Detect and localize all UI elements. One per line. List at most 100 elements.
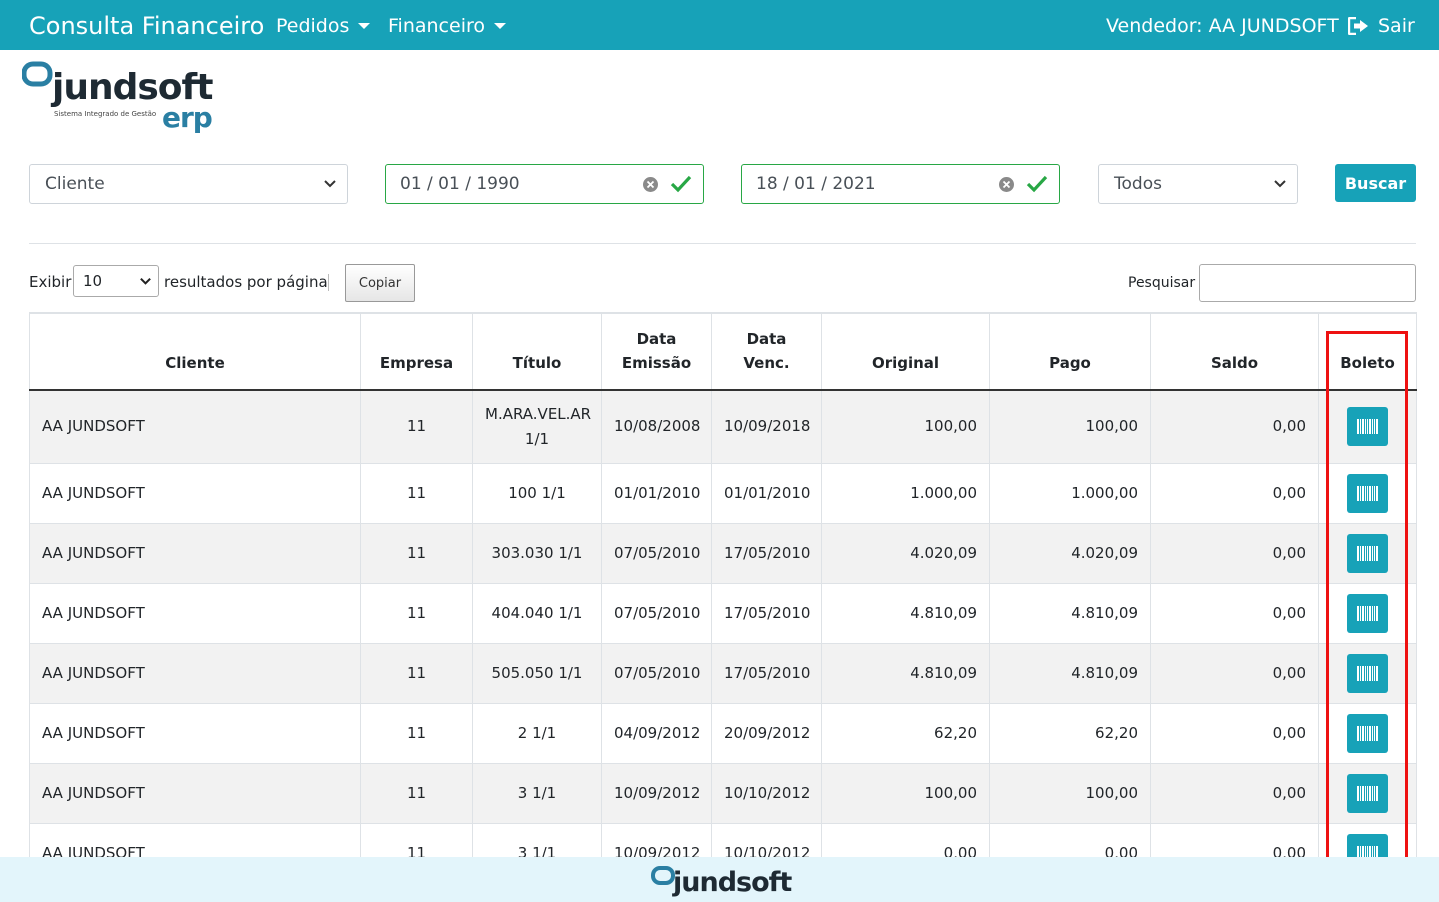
col-header-data-venc[interactable]: Data Venc. bbox=[711, 312, 822, 391]
cell-data-venc: 17/05/2010 bbox=[711, 642, 822, 704]
table-row: AA JUNDSOFT 11 2 1/1 04/09/2012 20/09/2012 62… bbox=[29, 702, 1417, 764]
cell-data-emissao: 01/01/2010 bbox=[601, 462, 712, 524]
divider bbox=[29, 243, 1416, 244]
cell-boleto bbox=[1318, 389, 1417, 464]
date-from-input[interactable]: 01 / 01 / 1990 bbox=[385, 164, 704, 204]
separator bbox=[328, 274, 329, 291]
cell-boleto bbox=[1318, 702, 1417, 764]
cell-cliente: AA JUNDSOFT bbox=[29, 582, 361, 644]
cell-original: 100,00 bbox=[821, 762, 990, 824]
table-search-input[interactable] bbox=[1199, 264, 1416, 302]
date-from-value: 01 / 01 / 1990 bbox=[400, 174, 520, 194]
table-row: AA JUNDSOFT 11 3 1/1 10/09/2012 10/10/2012 10… bbox=[29, 762, 1417, 824]
cell-original: 4.810,09 bbox=[821, 642, 990, 704]
cell-saldo: 0,00 bbox=[1150, 522, 1319, 584]
page-length-value: 10 bbox=[83, 272, 103, 290]
barcode-icon bbox=[1357, 665, 1378, 681]
boleto-button[interactable] bbox=[1347, 407, 1388, 447]
cell-pago: 100,00 bbox=[989, 389, 1151, 464]
copy-button[interactable]: Copiar bbox=[345, 264, 415, 302]
cell-empresa: 11 bbox=[360, 582, 473, 644]
boleto-button[interactable] bbox=[1347, 653, 1388, 693]
vendedor-label: Vendedor: AA JUNDSOFT bbox=[1106, 15, 1339, 37]
logout-link[interactable]: Sair bbox=[1348, 15, 1415, 37]
menu-pedidos-label: Pedidos bbox=[276, 15, 350, 37]
cell-empresa: 11 bbox=[360, 762, 473, 824]
clear-icon[interactable] bbox=[998, 176, 1015, 193]
clear-icon[interactable] bbox=[642, 176, 659, 193]
menu-financeiro-label: Financeiro bbox=[388, 15, 485, 37]
menu-financeiro[interactable]: Financeiro bbox=[388, 15, 506, 37]
col-header-saldo[interactable]: Saldo bbox=[1150, 312, 1319, 391]
cell-saldo: 0,00 bbox=[1150, 389, 1319, 464]
cell-original: 1.000,00 bbox=[821, 462, 990, 524]
barcode-icon bbox=[1357, 725, 1378, 741]
footer-jundsoft-logo: jundsoft bbox=[651, 866, 793, 898]
chevron-down-icon bbox=[324, 180, 336, 188]
cell-data-venc: 10/09/2018 bbox=[711, 389, 822, 464]
cell-original: 62,20 bbox=[821, 702, 990, 764]
cell-cliente: AA JUNDSOFT bbox=[29, 762, 361, 824]
cell-saldo: 0,00 bbox=[1150, 762, 1319, 824]
col-header-cliente[interactable]: Cliente bbox=[29, 312, 361, 391]
chevron-down-icon bbox=[358, 23, 371, 29]
cell-data-venc: 10/10/2012 bbox=[711, 762, 822, 824]
menu-pedidos[interactable]: Pedidos bbox=[276, 15, 371, 37]
table-row: AA JUNDSOFT 11 303.030 1/1 07/05/2010 17/05/… bbox=[29, 522, 1417, 584]
status-select-value: Todos bbox=[1114, 174, 1162, 194]
barcode-icon bbox=[1357, 419, 1378, 435]
cell-original: 4.810,09 bbox=[821, 582, 990, 644]
table-row: AA JUNDSOFT 11 404.040 1/1 07/05/2010 17/05/… bbox=[29, 582, 1417, 644]
boleto-button[interactable] bbox=[1347, 713, 1388, 753]
cliente-select-value: Cliente bbox=[45, 174, 105, 194]
cell-empresa: 11 bbox=[360, 389, 473, 464]
chevron-down-icon bbox=[1274, 180, 1286, 188]
cell-boleto bbox=[1318, 522, 1417, 584]
status-select[interactable]: Todos bbox=[1098, 164, 1298, 204]
col-header-data-emissao[interactable]: Data Emissão bbox=[601, 312, 712, 391]
cell-boleto bbox=[1318, 642, 1417, 704]
col-header-titulo[interactable]: Título bbox=[472, 312, 602, 391]
search-button[interactable]: Buscar bbox=[1335, 164, 1416, 202]
cell-titulo: 2 1/1 bbox=[472, 702, 602, 764]
cell-data-emissao: 07/05/2010 bbox=[601, 642, 712, 704]
page-length-select[interactable]: 10 bbox=[73, 265, 159, 297]
cell-data-emissao: 07/05/2010 bbox=[601, 582, 712, 644]
cliente-select[interactable]: Cliente bbox=[29, 164, 348, 204]
col-header-empresa[interactable]: Empresa bbox=[360, 312, 473, 391]
table-row: AA JUNDSOFT 11 100 1/1 01/01/2010 01/01/2010… bbox=[29, 462, 1417, 524]
barcode-icon bbox=[1357, 605, 1378, 621]
search-label: Pesquisar bbox=[1128, 275, 1196, 291]
col-header-original[interactable]: Original bbox=[821, 312, 990, 391]
boleto-button[interactable] bbox=[1347, 773, 1388, 813]
cell-saldo: 0,00 bbox=[1150, 702, 1319, 764]
date-to-input[interactable]: 18 / 01 / 2021 bbox=[741, 164, 1060, 204]
date-to-value: 18 / 01 / 2021 bbox=[756, 174, 876, 194]
jundsoft-erp-logo: jundsoft Sistema Integrado de Gestão erp bbox=[22, 61, 214, 133]
boleto-button[interactable] bbox=[1347, 473, 1388, 513]
col-header-pago[interactable]: Pago bbox=[989, 312, 1151, 391]
cell-data-emissao: 04/09/2012 bbox=[601, 702, 712, 764]
cell-pago: 62,20 bbox=[989, 702, 1151, 764]
cell-pago: 100,00 bbox=[989, 762, 1151, 824]
table-header-row: Cliente Empresa Título Data Emissão Data… bbox=[29, 312, 1417, 391]
col-header-boleto[interactable]: Boleto bbox=[1318, 312, 1417, 391]
boleto-button[interactable] bbox=[1347, 533, 1388, 573]
cell-titulo: 3 1/1 bbox=[472, 762, 602, 824]
cell-data-emissao: 10/09/2012 bbox=[601, 762, 712, 824]
cell-pago: 4.810,09 bbox=[989, 642, 1151, 704]
app-title[interactable]: Consulta Financeiro bbox=[29, 12, 264, 40]
cell-empresa: 11 bbox=[360, 462, 473, 524]
cell-data-venc: 17/05/2010 bbox=[711, 582, 822, 644]
cell-saldo: 0,00 bbox=[1150, 462, 1319, 524]
cell-titulo: 303.030 1/1 bbox=[472, 522, 602, 584]
boleto-button[interactable] bbox=[1347, 593, 1388, 633]
cell-boleto bbox=[1318, 462, 1417, 524]
cell-cliente: AA JUNDSOFT bbox=[29, 642, 361, 704]
table-row: AA JUNDSOFT 11 M.ARA.VEL.AR 1/1 10/08/2008 1… bbox=[29, 389, 1417, 464]
cell-data-emissao: 10/08/2008 bbox=[601, 389, 712, 464]
barcode-icon bbox=[1357, 785, 1378, 801]
cell-cliente: AA JUNDSOFT bbox=[29, 462, 361, 524]
cell-empresa: 11 bbox=[360, 522, 473, 584]
chevron-down-icon bbox=[140, 277, 151, 285]
